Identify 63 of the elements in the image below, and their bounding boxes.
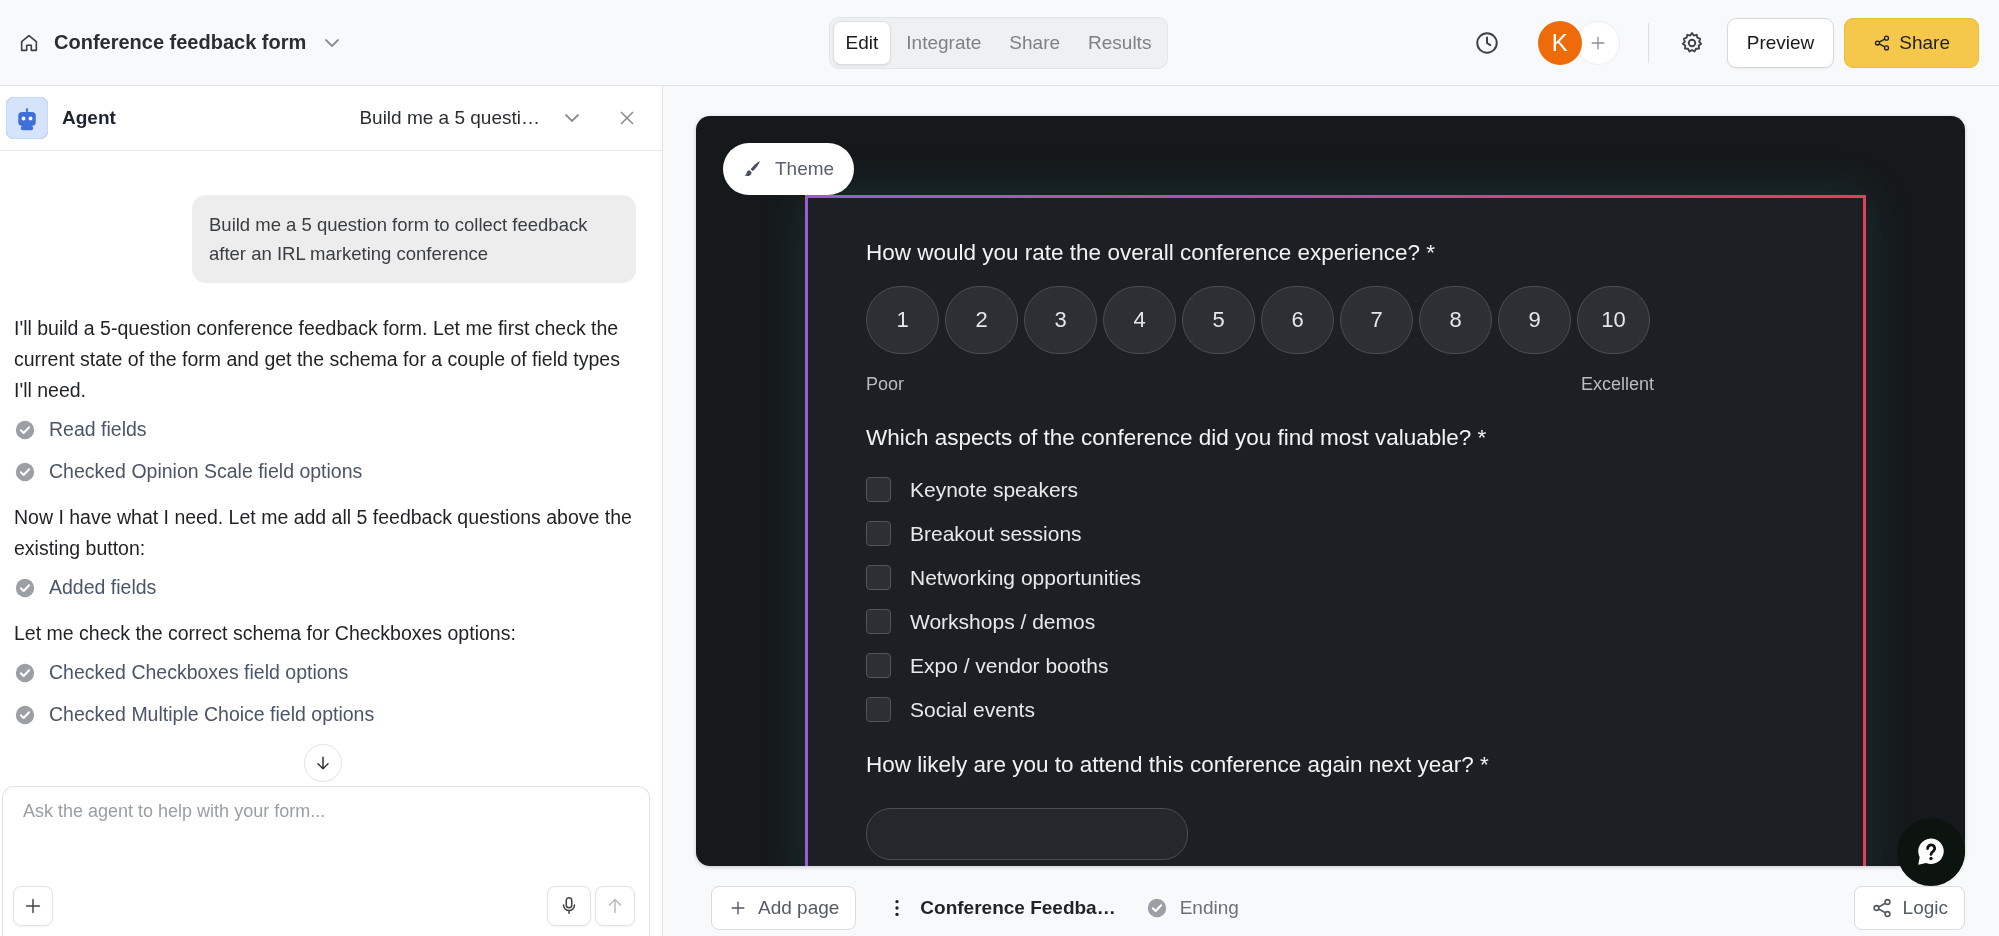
scroll-down-button[interactable]: [304, 744, 342, 782]
tool-step[interactable]: Added fields: [49, 576, 157, 599]
scale-option[interactable]: 7: [1340, 286, 1413, 354]
check-circle-icon: [14, 576, 36, 599]
scale-option[interactable]: 10: [1577, 286, 1650, 354]
check-circle-icon: [1145, 897, 1168, 919]
attach-button[interactable]: [13, 886, 53, 926]
thread-title[interactable]: Build me a 5 questi…: [359, 107, 540, 129]
option-label[interactable]: Expo / vendor booths: [910, 653, 1109, 678]
tool-step[interactable]: Checked Checkboxes field options: [49, 661, 349, 684]
tool-step[interactable]: Checked Multiple Choice field options: [49, 703, 375, 726]
scale-option[interactable]: 8: [1419, 286, 1492, 354]
option-label[interactable]: Breakout sessions: [910, 521, 1082, 546]
agent-message: Now I have what I need. Let me add all 5 feedback questions above the existing button:: [14, 505, 633, 561]
tool-step[interactable]: Read fields: [49, 418, 147, 441]
share-button[interactable]: Share: [1844, 17, 1979, 68]
check-circle-icon: [14, 418, 36, 441]
checkbox[interactable]: [866, 477, 891, 502]
page-tab[interactable]: Ending: [1179, 897, 1239, 919]
robot-icon: [6, 97, 48, 139]
question-title: Which aspects of the conference did you find most valuable? *: [866, 425, 1488, 451]
scale-option[interactable]: 5: [1182, 286, 1255, 354]
chat-input[interactable]: Ask the agent to help with your form...: [19, 797, 635, 886]
scale-high-label: Excellent: [1580, 374, 1654, 395]
form-title[interactable]: Conference feedback form: [54, 31, 307, 54]
theme-button[interactable]: Theme: [723, 143, 855, 195]
checkbox[interactable]: [866, 697, 891, 722]
checkbox[interactable]: [866, 565, 891, 590]
answer-field[interactable]: [866, 808, 1188, 860]
check-circle-icon: [14, 460, 36, 483]
tool-step[interactable]: Checked Opinion Scale field options: [49, 460, 363, 483]
checkbox[interactable]: [866, 653, 891, 678]
branch-icon: [1870, 897, 1893, 919]
option-label[interactable]: Keynote speakers: [910, 477, 1079, 502]
check-circle-icon: [14, 661, 36, 684]
option-label[interactable]: Workshops / demos: [910, 609, 1096, 634]
panel-title: Agent: [62, 107, 116, 129]
agent-message: Let me check the correct schema for Checkboxes options:: [14, 621, 517, 646]
option-label[interactable]: Networking opportunities: [910, 565, 1142, 590]
scale-option[interactable]: 4: [1103, 286, 1176, 354]
scale-option[interactable]: 9: [1498, 286, 1571, 354]
scale-option[interactable]: 6: [1261, 286, 1334, 354]
check-circle-icon: [14, 703, 36, 726]
scale-option[interactable]: 1: [866, 286, 939, 354]
scale-option[interactable]: 3: [1024, 286, 1097, 354]
clock-icon[interactable]: [1473, 29, 1500, 56]
question-title: How would you rate the overall conference experience? *: [866, 240, 1437, 266]
microphone-button[interactable]: [547, 886, 591, 926]
add-page-button[interactable]: Add page: [711, 886, 857, 930]
question-title: How likely are you to attend this conference again next year? *: [866, 752, 1490, 778]
checkbox[interactable]: [866, 521, 891, 546]
chat-input-box[interactable]: Ask the agent to help with your form...: [2, 786, 650, 936]
agent-message: I'll build a 5-question conference feedback form. Let me first check the current state of the form and get the schema for a couple of field types I'll need.: [14, 316, 621, 403]
user-message: Build me a 5 question form to collect feedback after an IRL marketing conference: [192, 195, 636, 283]
preview-button[interactable]: Preview: [1726, 17, 1835, 68]
option-label[interactable]: Social events: [910, 697, 1035, 722]
scale-low-label: Poor: [866, 374, 905, 395]
share-icon: [1873, 33, 1892, 52]
scale-option[interactable]: 2: [945, 286, 1018, 354]
tab[interactable]: Edit: [832, 20, 892, 65]
logic-button[interactable]: Logic: [1853, 886, 1965, 930]
page-tab[interactable]: Conference Feedba…: [920, 897, 1116, 919]
checkbox[interactable]: [866, 609, 891, 634]
